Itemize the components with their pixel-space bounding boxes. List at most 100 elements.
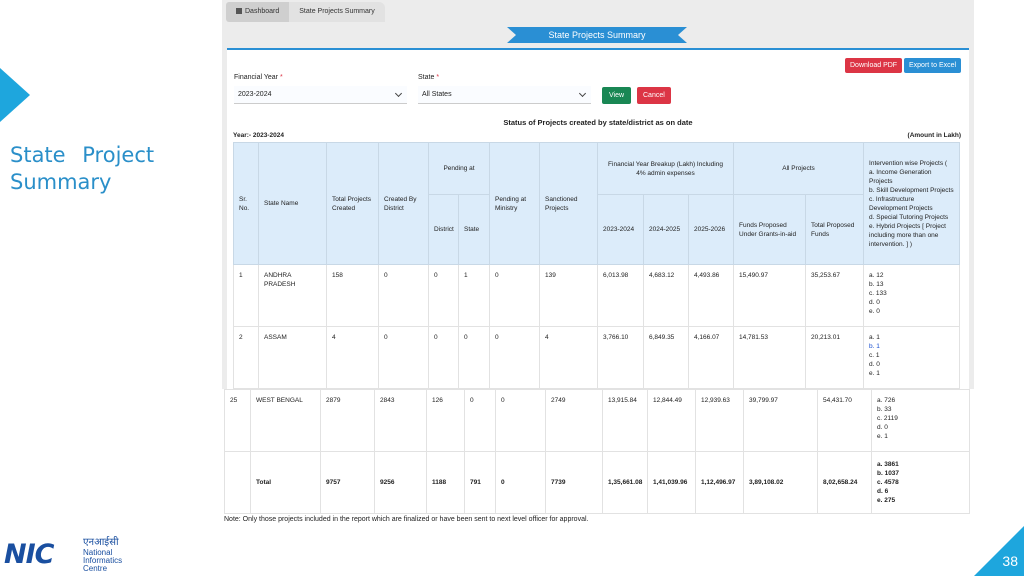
report-heading: Status of Projects created by state/dist… [503, 118, 693, 127]
cell-ministry: 0 [495, 451, 546, 514]
iw-value: b. 1 [869, 343, 880, 350]
iw-d: d. Special Tutoring Projects [869, 213, 949, 221]
header-sanctioned: Sanctioned Projects [539, 142, 598, 265]
cell-total-funds: 8,02,658.24 [817, 451, 872, 514]
cell-sr: 2 [233, 326, 259, 389]
fy-label-text: Financial Year [234, 74, 278, 81]
table-row: 2 ASSAM 4 0 0 0 0 4 3,766.10 6,849.35 4,… [233, 326, 961, 389]
cell-ministry: 0 [489, 264, 540, 327]
header-fy2: 2024-2025 [643, 194, 689, 265]
cell-fy3: 4,493.86 [687, 264, 735, 327]
cell-total-funds: 20,213.01 [805, 326, 865, 389]
header-fy-breakup: Financial Year Breakup (Lakh) Including … [596, 142, 735, 195]
table-row: 25 WEST BENGAL 2879 2843 126 0 0 2749 13… [224, 389, 970, 452]
report-note: Note: Only those projects included in th… [224, 516, 589, 523]
nic-logo-hindi: एनआईसी [83, 537, 119, 548]
projects-table: Sr. No. State Name Total Projects Create… [233, 142, 961, 389]
slide-title: State Project Summary [10, 143, 155, 194]
iw-a: a. Income Generation Projects [869, 168, 932, 185]
cell-total: 158 [326, 264, 379, 327]
cell-fy3: 1,12,496.97 [695, 451, 744, 514]
state-label-text: State [418, 74, 435, 81]
cell-ministry: 0 [495, 389, 546, 452]
nic-logo: NIC एनआईसी National Informatics Centre [4, 538, 134, 574]
cell-total-label: Total [250, 451, 321, 514]
cell-sanctioned: 2749 [545, 389, 603, 452]
decorative-triangle-left [0, 68, 30, 122]
cell-fy3: 4,166.07 [687, 326, 735, 389]
iw-value: c. 4578 [877, 479, 899, 486]
cell-total-funds: 54,431.70 [817, 389, 872, 452]
cell-total: 2879 [320, 389, 375, 452]
required-mark: * [279, 74, 283, 81]
required-mark: * [436, 74, 440, 81]
cell-state-pending: 1 [458, 264, 490, 327]
iw-value: c. 1 [869, 352, 880, 359]
cell-ministry: 0 [489, 326, 540, 389]
iw-value: a. 726 [877, 397, 896, 404]
iw-value: b. 1037 [877, 470, 900, 477]
header-pending-ministry: Pending at Ministry [489, 142, 540, 265]
cell-fy1: 1,35,661.08 [602, 451, 648, 514]
header-total-funds: Total Proposed Funds [805, 194, 865, 265]
view-button[interactable]: View [602, 87, 632, 104]
export-excel-button[interactable]: Export to Excel [904, 58, 962, 73]
iw-value: b. 13 [869, 281, 884, 288]
cell-by-district: 9256 [374, 451, 427, 514]
cell-by-district-link[interactable]: 2843 [374, 389, 427, 452]
header-all-projects: All Projects [733, 142, 865, 195]
iw-b: b. Skill Development Projects [869, 186, 954, 194]
header-created-by-district: Created By District [378, 142, 429, 265]
iw-value: d. 0 [869, 361, 880, 368]
cell-sr: 1 [233, 264, 259, 327]
header-total-created: Total Projects Created [326, 142, 379, 265]
state-select[interactable]: All States [418, 86, 591, 104]
cell-fy2: 6,849.35 [643, 326, 689, 389]
iw-value: d. 6 [877, 488, 889, 495]
cell-fy1: 13,915.84 [602, 389, 648, 452]
iw-value: c. 2119 [877, 415, 898, 422]
iw-value: e. 0 [869, 308, 880, 315]
cell-fy1: 6,013.98 [597, 264, 644, 327]
cell-state-pending: 0 [458, 326, 490, 389]
cell-sr: 25 [224, 389, 251, 452]
cell-sanctioned: 139 [539, 264, 598, 327]
download-pdf-button[interactable]: Download PDF [845, 58, 903, 73]
iw-value: e. 1 [877, 433, 888, 440]
home-icon [236, 8, 242, 14]
report-year: Year:- 2023-2024 [233, 132, 284, 139]
breadcrumb-dashboard[interactable]: Dashboard [226, 2, 290, 22]
cell-intervention: a. 12 b. 13 c. 133 d. 0 e. 0 [863, 264, 961, 327]
cancel-button[interactable]: Cancel [637, 87, 671, 104]
cell-fy2: 1,41,039.96 [647, 451, 696, 514]
chevron-down-icon [578, 89, 587, 98]
financial-year-label: Financial Year * [234, 74, 283, 81]
iw-value: e. 1 [869, 370, 880, 377]
report-card: Download PDF Export to Excel Financial Y… [227, 48, 969, 389]
breadcrumb-home-label: Dashboard [245, 8, 280, 15]
app-screenshot: Dashboard State Projects Summary State P… [222, 0, 974, 389]
cell-funds: 15,490.97 [733, 264, 807, 327]
iw-value: a. 1 [869, 334, 880, 341]
cell-funds: 3,89,108.02 [743, 451, 818, 514]
cell-district: 1188 [426, 451, 465, 514]
cell-intervention: a. 3861 b. 1037 c. 4578 d. 6 e. 275 [871, 451, 970, 514]
breadcrumb: Dashboard State Projects Summary [226, 2, 385, 22]
iw-c: c. Infrastructure Development Projects [869, 195, 933, 212]
cell-sanctioned: 7739 [545, 451, 603, 514]
cell-by-district: 0 [378, 326, 429, 389]
cell-fy2: 4,683.12 [643, 264, 689, 327]
state-label: State * [418, 74, 439, 81]
amount-unit: (Amount in Lakh) [907, 132, 961, 139]
projects-table-bottom: 25 WEST BENGAL 2879 2843 126 0 0 2749 13… [224, 389, 970, 514]
financial-year-select[interactable]: 2023-2024 [234, 86, 407, 104]
cell-state: ANDHRA PRADESH [258, 264, 327, 327]
cell-state-pending: 0 [464, 389, 496, 452]
page-number: 38 [1002, 553, 1018, 569]
header-state-name: State Name [258, 142, 327, 265]
cell-fy1: 3,766.10 [597, 326, 644, 389]
cell-intervention: a. 726 b. 33 c. 2119 d. 0 e. 1 [871, 389, 970, 452]
cell-total: 9757 [320, 451, 375, 514]
breadcrumb-current: State Projects Summary [289, 2, 385, 22]
header-fy3: 2025-2026 [687, 194, 735, 265]
